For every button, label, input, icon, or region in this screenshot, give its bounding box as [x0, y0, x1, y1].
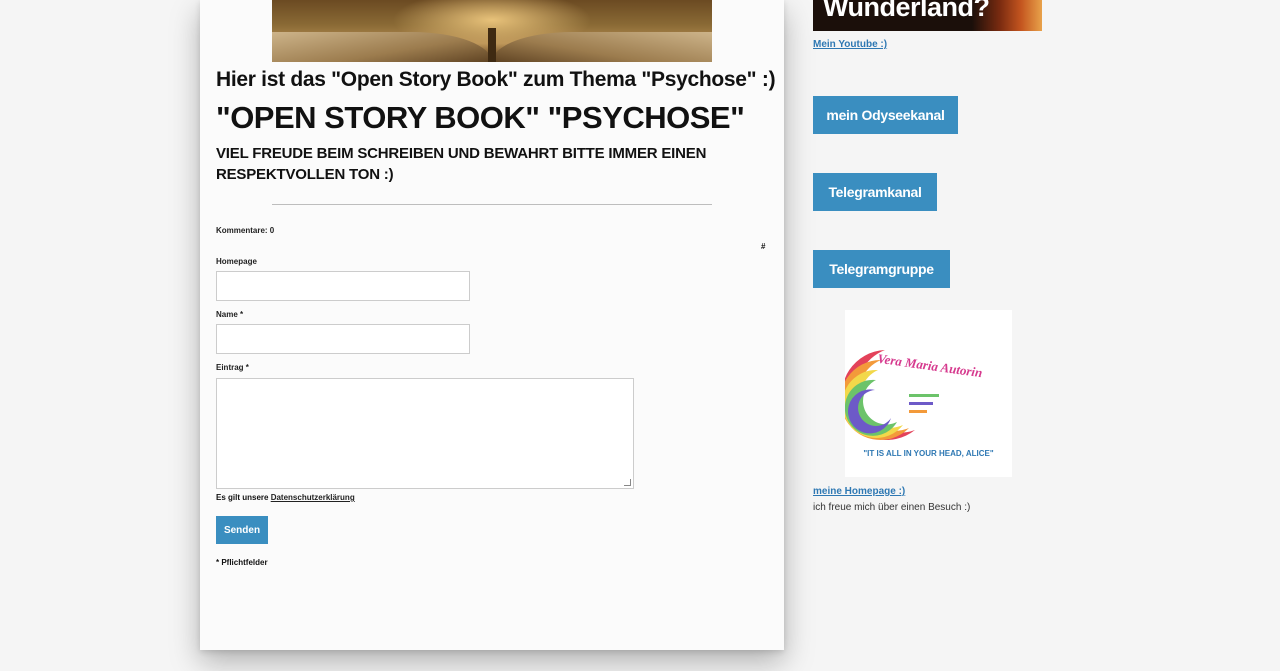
- page-title: "OPEN STORY BOOK" "PSYCHOSE": [216, 100, 745, 135]
- comment-anchor-link[interactable]: #: [761, 242, 765, 251]
- youtube-link[interactable]: Mein Youtube :): [813, 39, 887, 50]
- send-button[interactable]: Senden: [216, 516, 268, 544]
- divider: [272, 204, 712, 205]
- intro-heading: Hier ist das "Open Story Book" zum Thema…: [216, 68, 776, 91]
- comments-count: Kommentare: 0: [216, 226, 275, 235]
- homepage-label: Homepage: [216, 257, 257, 266]
- author-logo[interactable]: Vera Maria Autorin "IT IS ALL IN YOUR HE…: [840, 310, 1012, 477]
- privacy-consent: Es gilt unsere Datenschutzerklärung: [216, 493, 355, 502]
- required-fields-note: * Pflichtfelder: [216, 558, 268, 567]
- odysee-button[interactable]: mein Odyseekanal: [813, 96, 958, 134]
- privacy-policy-link[interactable]: Datenschutzerklärung: [271, 493, 355, 502]
- main-content-card: Hier ist das "Open Story Book" zum Thema…: [200, 0, 784, 650]
- name-label: Name *: [216, 310, 244, 319]
- entry-textarea[interactable]: [216, 378, 634, 489]
- open-book-image: [272, 0, 712, 62]
- entry-label: Eintrag *: [216, 363, 249, 372]
- telegram-group-button[interactable]: Telegramgruppe: [813, 250, 950, 288]
- banner-text: Wunderland?: [823, 0, 990, 22]
- consent-prefix: Es gilt unsere: [216, 493, 271, 502]
- logo-tagline: "IT IS ALL IN YOUR HEAD, ALICE": [863, 449, 994, 458]
- youtube-banner-image[interactable]: Wunderland?: [813, 0, 1042, 31]
- resize-handle-icon[interactable]: [624, 479, 631, 486]
- homepage-link[interactable]: meine Homepage :): [813, 486, 905, 497]
- name-input[interactable]: [216, 324, 470, 354]
- page-subtitle: VIEL FREUDE BEIM SCHREIBEN UND BEWAHRT B…: [216, 145, 707, 183]
- telegram-channel-button[interactable]: Telegramkanal: [813, 173, 937, 211]
- homepage-input[interactable]: [216, 271, 470, 301]
- homepage-note: ich freue mich über einen Besuch :): [813, 502, 971, 513]
